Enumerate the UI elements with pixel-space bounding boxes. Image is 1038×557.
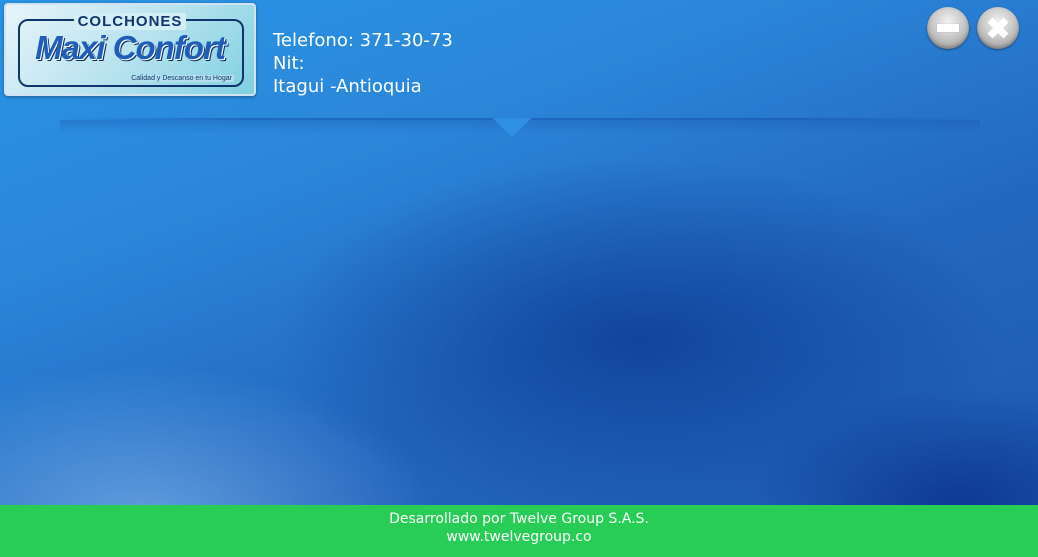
footer: Desarrollado por Twelve Group S.A.S. www… [0,505,1038,557]
close-icon [987,17,1009,39]
footer-website-link[interactable]: www.twelvegroup.co [446,529,591,545]
logo-brand-text: Maxi Confort [35,29,226,66]
company-nit: Nit: [273,53,305,74]
logo-tagline: Calidad y Descanso en tu Hogar [129,75,234,82]
minus-icon [937,24,959,32]
company-phone: Telefono: 371-30-73 [273,30,453,51]
minimize-button[interactable] [927,7,969,49]
app-window: COLCHONES Maxi Confort Calidad y Descans… [0,0,1038,557]
company-logo: COLCHONES Maxi Confort Calidad y Descans… [4,3,256,96]
company-info: Telefono: 371-30-73 Nit: Itagui -Antioqu… [273,29,453,98]
footer-credit: Desarrollado por Twelve Group S.A.S. [389,511,649,527]
header-notch [492,118,532,140]
logo-top-text: COLCHONES [6,13,254,30]
company-location: Itagui -Antioquia [273,76,422,97]
close-button[interactable] [977,7,1019,49]
footer-website-wrap: www.twelvegroup.co [0,528,1038,546]
